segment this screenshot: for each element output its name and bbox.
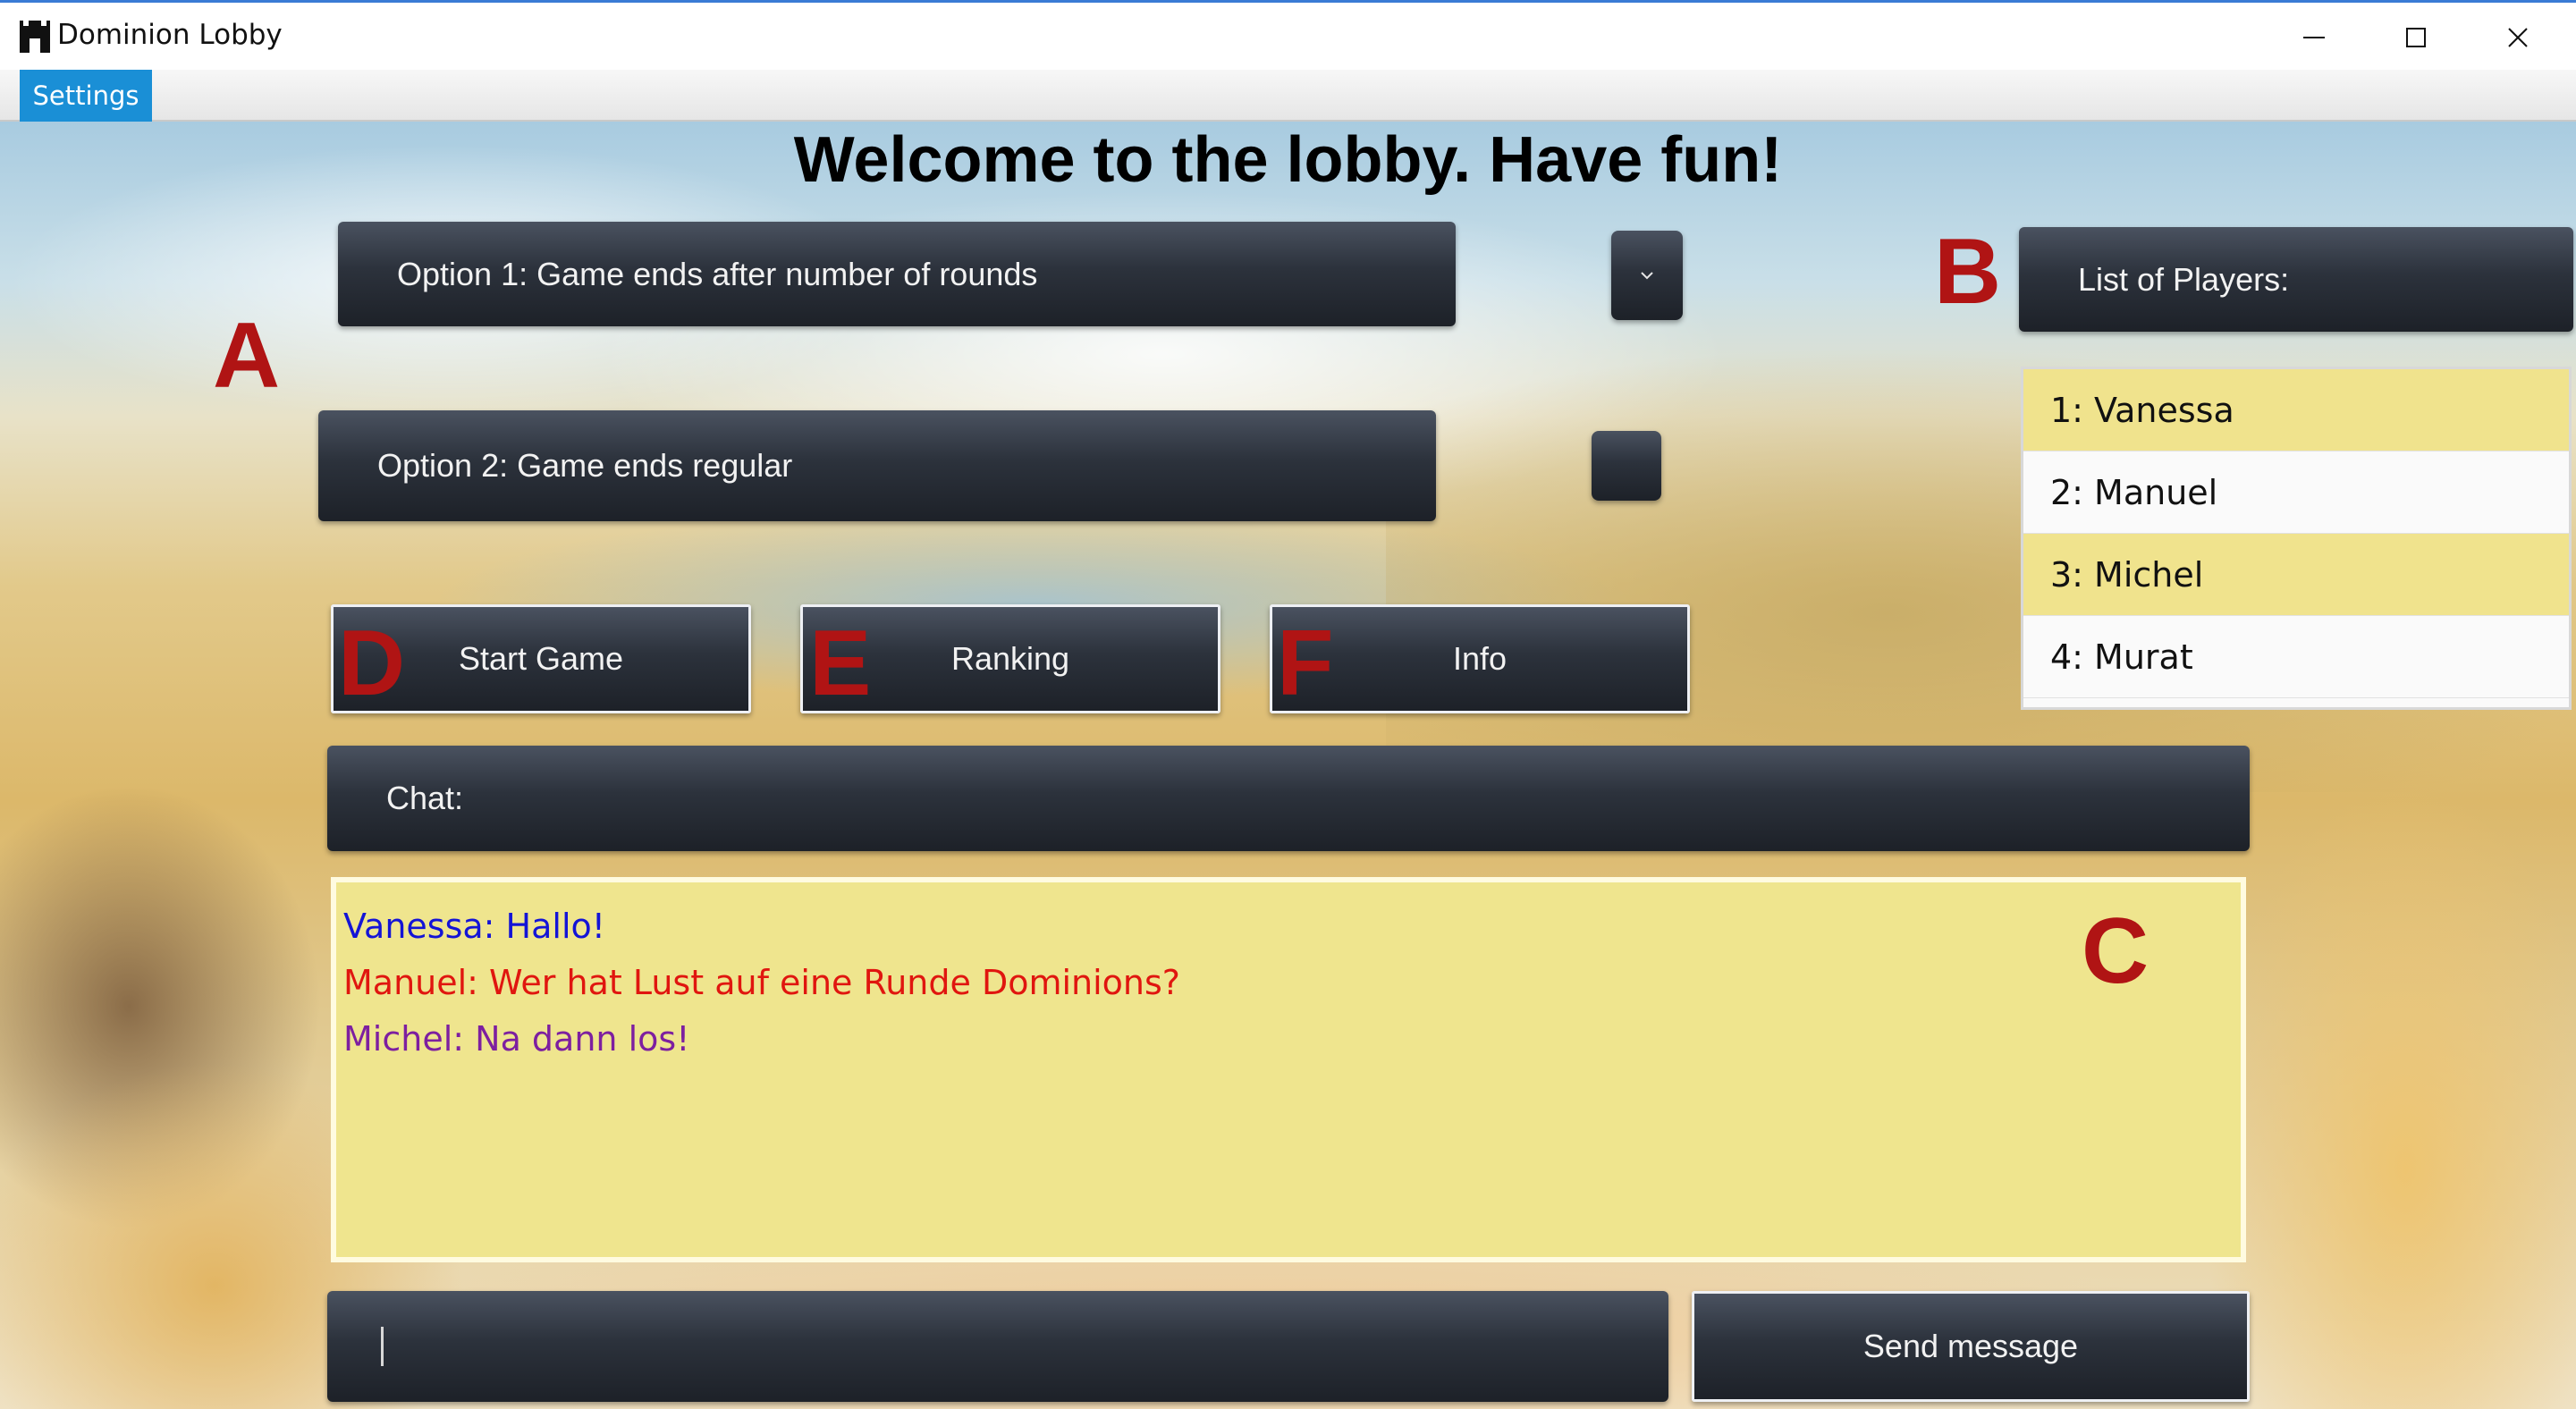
castle-icon xyxy=(20,21,50,53)
chevron-down-icon xyxy=(1641,272,1653,280)
player-label: 1: Vanessa xyxy=(2050,390,2234,430)
start-game-label: Start Game xyxy=(458,640,624,677)
info-label: Info xyxy=(1452,640,1508,677)
option2-label: Option 2: Game ends regular xyxy=(377,447,793,484)
maximize-icon xyxy=(2406,28,2426,47)
player-label: 4: Murat xyxy=(2050,637,2193,677)
player-item[interactable]: 2: Manuel xyxy=(2023,451,2569,534)
players-header: List of Players: xyxy=(2019,227,2573,332)
option2-field[interactable]: Option 2: Game ends regular xyxy=(318,410,1436,521)
menu-bar: Settings xyxy=(0,70,2576,122)
scene-sheaf-right xyxy=(2200,783,2576,1409)
chat-message: Manuel: Wer hat Lust auf eine Runde Domi… xyxy=(343,963,1180,1002)
ranking-label: Ranking xyxy=(950,640,1070,677)
minimize-icon xyxy=(2303,37,2325,38)
players-header-label: List of Players: xyxy=(2078,260,2290,298)
annotation-b: B xyxy=(1934,220,2002,324)
close-icon xyxy=(2508,28,2528,47)
player-label: 3: Michel xyxy=(2050,554,2204,595)
chat-header: Chat: xyxy=(327,746,2250,851)
chat-message: Michel: Na dann los! xyxy=(343,1019,690,1059)
window-title: Dominion Lobby xyxy=(57,19,283,51)
chat-input[interactable] xyxy=(327,1291,1668,1402)
title-bar: Dominion Lobby xyxy=(0,0,2576,70)
player-item[interactable]: 1: Vanessa xyxy=(2023,369,2569,451)
annotation-c: C xyxy=(2082,899,2149,1003)
minimize-button[interactable] xyxy=(2265,10,2363,65)
menu-settings[interactable]: Settings xyxy=(20,70,152,122)
option1-dropdown[interactable] xyxy=(1611,231,1683,320)
annotation-d: D xyxy=(338,612,406,715)
chat-header-label: Chat: xyxy=(386,780,464,816)
annotation-f: F xyxy=(1277,612,1334,715)
chat-message: Vanessa: Hallo! xyxy=(343,907,606,946)
annotation-a: A xyxy=(213,304,281,408)
player-label: 2: Manuel xyxy=(2050,472,2218,512)
chat-log[interactable]: Vanessa: Hallo! Manuel: Wer hat Lust auf… xyxy=(331,877,2246,1262)
option2-checkbox[interactable] xyxy=(1592,431,1661,501)
maximize-button[interactable] xyxy=(2367,10,2465,65)
player-item[interactable]: 3: Michel xyxy=(2023,534,2569,616)
close-button[interactable] xyxy=(2469,10,2567,65)
player-item[interactable]: 4: Murat xyxy=(2023,616,2569,698)
text-caret xyxy=(381,1327,384,1366)
page-title: Welcome to the lobby. Have fun! xyxy=(793,124,1783,196)
option1-label: Option 1: Game ends after number of roun… xyxy=(397,255,1038,292)
send-message-button[interactable]: Send message xyxy=(1692,1291,2250,1402)
annotation-e: E xyxy=(809,612,872,715)
players-list[interactable]: 1: Vanessa 2: Manuel 3: Michel 4: Murat xyxy=(2021,367,2572,710)
send-message-label: Send message xyxy=(1862,1328,2079,1364)
option1-field[interactable]: Option 1: Game ends after number of roun… xyxy=(338,222,1456,326)
